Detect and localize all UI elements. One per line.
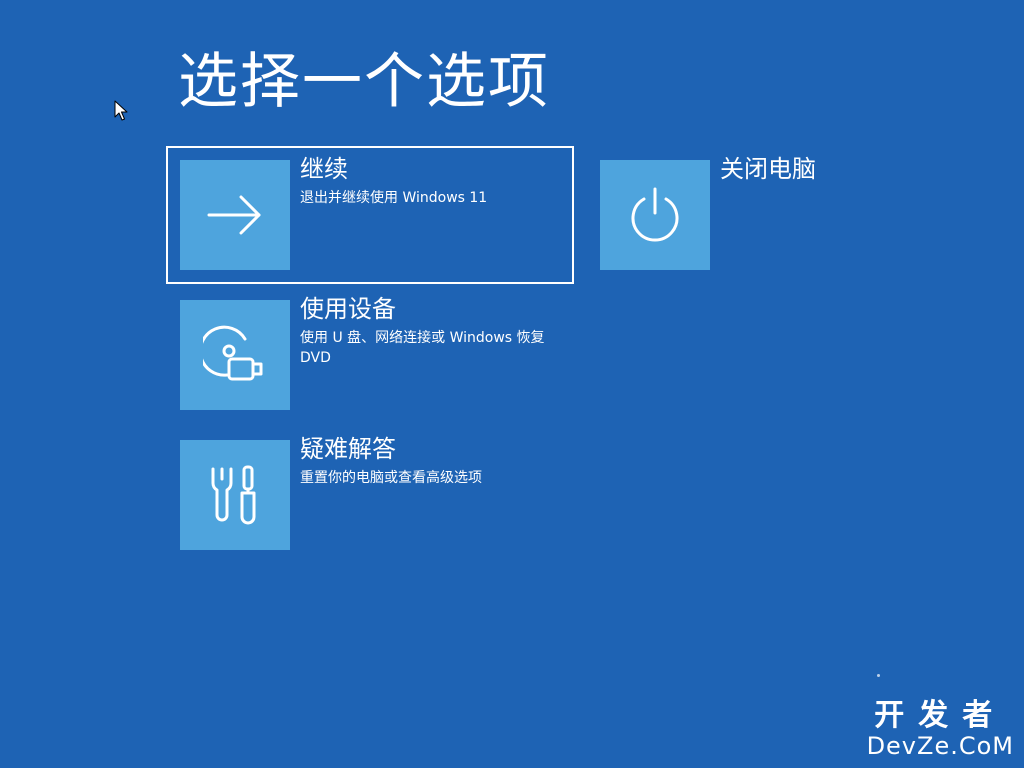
continue-description: 退出并继续使用 Windows 11 [300,190,488,206]
shutdown-option[interactable]: 关闭电脑 [588,148,992,282]
use-device-option[interactable]: 使用设备 使用 U 盘、网络连接或 Windows 恢复 DVD [168,288,572,422]
power-icon [631,187,679,242]
troubleshoot-tile [180,440,290,550]
watermark-line2: DevZe.CoM [866,732,1014,760]
troubleshoot-option[interactable]: 疑难解答 重置你的电脑或查看高级选项 [168,428,572,562]
shutdown-tile [600,160,710,270]
use-device-tile [180,300,290,410]
continue-title: 继续 [300,155,348,183]
page-title: 选择一个选项 [178,47,550,117]
arrow-right-icon [207,195,261,235]
decorative-dot [877,674,880,677]
tools-icon [211,465,256,525]
use-device-description: 使用 U 盘、网络连接或 Windows 恢复 DVD [300,330,545,366]
use-device-title: 使用设备 [300,295,396,323]
watermark: 开发者 DevZe.CoM [866,698,1014,761]
troubleshoot-description: 重置你的电脑或查看高级选项 [300,470,482,486]
continue-tile [180,160,290,270]
watermark-line1: 开发者 [874,698,1007,733]
shutdown-title: 关闭电脑 [720,155,816,183]
disc-usb-icon [203,325,263,381]
mouse-cursor-icon [114,100,128,121]
troubleshoot-title: 疑难解答 [300,435,396,463]
continue-option[interactable]: 继续 退出并继续使用 Windows 11 [166,146,574,284]
